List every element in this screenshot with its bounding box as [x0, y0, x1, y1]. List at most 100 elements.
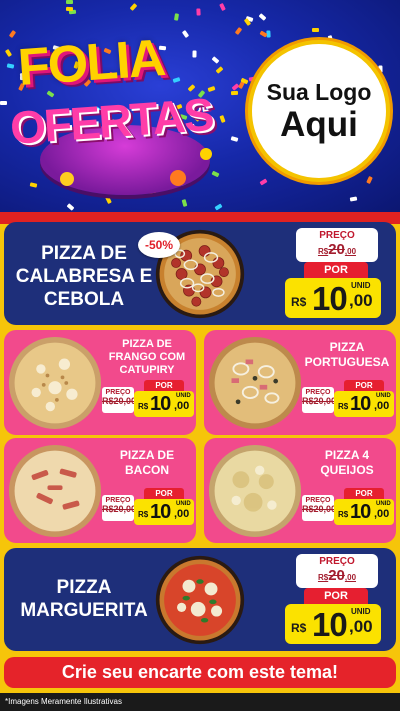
old-price-box: PREÇO R$20,00 — [296, 228, 378, 262]
confetti-piece — [173, 13, 180, 21]
currency-symbol: R$ — [338, 402, 349, 411]
unit-label: UNID — [351, 607, 371, 616]
old-price-value: R$20,00 — [317, 567, 357, 584]
confetti-piece — [66, 203, 75, 211]
confetti-piece — [312, 28, 319, 32]
price-integer: 10 — [150, 501, 171, 523]
pizza-quatro-queijos-image — [208, 444, 302, 538]
currency-symbol: R$ — [138, 402, 149, 411]
confetti-piece — [366, 175, 373, 185]
unit-label: UNID — [176, 501, 191, 507]
old-price-label: PREÇO — [305, 389, 331, 396]
decor-ball — [170, 170, 186, 186]
price-cents: ,00 — [374, 508, 390, 520]
new-price-box: R$ 10 UNID ,00 — [285, 278, 381, 318]
store-logo-placeholder[interactable]: Sua Logo Aqui — [248, 40, 390, 182]
price-integer: 10 — [312, 606, 348, 643]
unit-label: UNID — [376, 393, 391, 399]
confetti-piece — [65, 6, 74, 12]
price-integer: 10 — [150, 393, 171, 415]
product-card-portuguesa[interactable]: PIZZA PORTUGUESA PREÇO R$20,00 POR R$ 10… — [204, 330, 396, 435]
confetti-piece — [196, 8, 201, 16]
confetti-piece — [65, 0, 74, 5]
price-cents: ,00 — [374, 400, 390, 412]
title-folia: FOLIA — [16, 28, 166, 98]
confetti-piece — [258, 13, 267, 21]
old-price-box: PREÇO R$20,00 — [102, 495, 137, 521]
footer-disclaimer: *Imagens Meramente Ilustrativas — [0, 693, 400, 711]
confetti-piece — [181, 199, 188, 207]
old-price-value: R$20,00 — [317, 241, 357, 258]
cta-banner[interactable]: Crie seu encarte com este tema! — [4, 657, 396, 688]
confetti-piece — [234, 27, 243, 35]
folia-de-ofertas-logo: FOLIA DE OFERTAS — [8, 28, 235, 200]
currency-symbol: R$ — [291, 295, 307, 309]
por-label: POR — [304, 588, 368, 604]
new-price-box: R$ 10 UNID ,00 — [285, 604, 381, 644]
featured-product-calabresa[interactable]: PIZZA DE CALABRESA E CEBOLA -50% PREÇO R… — [4, 222, 396, 325]
product-name: PIZZA PORTUGUESA — [304, 340, 390, 369]
decor-ball — [60, 172, 74, 186]
pizza-bacon-image — [8, 444, 102, 538]
currency-symbol: R$ — [291, 621, 307, 635]
product-card-quatro-queijos[interactable]: PIZZA 4 QUEIJOS PREÇO R$20,00 POR R$ 10 … — [204, 438, 396, 543]
old-price-box: PREÇO R$20,00 — [102, 387, 137, 413]
pizza-frango-image — [8, 336, 102, 430]
price-integer: 10 — [350, 393, 371, 415]
header-banner: FOLIA DE OFERTAS Sua Logo Aqui — [0, 0, 400, 215]
old-price-label: PREÇO — [305, 497, 331, 504]
confetti-piece — [349, 196, 358, 202]
confetti-piece — [259, 178, 268, 186]
price-cents: ,00 — [174, 400, 190, 412]
product-card-frango[interactable]: PIZZA DE FRANGO COM CATUPIRY PREÇO R$20,… — [4, 330, 196, 435]
por-label: POR — [144, 380, 184, 391]
confetti-piece — [129, 3, 138, 11]
old-price-value: R$20,00 — [102, 396, 137, 406]
product-name: PIZZA DE CALABRESA E CEBOLA — [15, 243, 153, 310]
product-name: PIZZA 4 QUEIJOS — [320, 448, 374, 477]
confetti-piece — [214, 203, 223, 211]
por-label: POR — [344, 488, 384, 499]
product-name: PIZZA DE FRANGO COM CATUPIRY — [108, 338, 186, 376]
confetti-piece — [0, 101, 7, 105]
product-card-bacon[interactable]: PIZZA DE BACON PREÇO R$20,00 POR R$ 10 U… — [4, 438, 196, 543]
pizza-marguerita-image — [155, 555, 245, 645]
featured-product-marguerita[interactable]: PIZZA MARGUERITA PREÇO R$20,00 POR R$ 10… — [4, 548, 396, 651]
price-cents: ,00 — [349, 291, 373, 310]
new-price-box: R$ 10 UNID ,00 — [134, 391, 194, 417]
por-label: POR — [344, 380, 384, 391]
price-cents: ,00 — [174, 508, 190, 520]
old-price-box: PREÇO R$20,00 — [302, 495, 337, 521]
unit-label: UNID — [376, 501, 391, 507]
old-price-value: R$20,00 — [302, 504, 337, 514]
new-price-box: R$ 10 UNID ,00 — [334, 499, 394, 525]
new-price-box: R$ 10 UNID ,00 — [334, 391, 394, 417]
old-price-label: PREÇO — [105, 497, 131, 504]
price-cents: ,00 — [349, 617, 373, 636]
old-price-box: PREÇO R$20,00 — [302, 387, 337, 413]
old-price-label: PREÇO — [319, 556, 355, 567]
old-price-value: R$20,00 — [302, 396, 337, 406]
confetti-piece — [378, 65, 383, 73]
old-price-box: PREÇO R$20,00 — [296, 554, 378, 588]
por-label: POR — [304, 262, 368, 278]
price-integer: 10 — [350, 501, 371, 523]
unit-label: UNID — [176, 393, 191, 399]
old-price-label: PREÇO — [105, 389, 131, 396]
currency-symbol: R$ — [338, 510, 349, 519]
pizza-portuguesa-image — [208, 336, 302, 430]
discount-badge: -50% — [138, 232, 180, 258]
old-price-label: PREÇO — [319, 230, 355, 241]
new-price-box: R$ 10 UNID ,00 — [134, 499, 194, 525]
price-integer: 10 — [312, 280, 348, 317]
product-name: PIZZA MARGUERITA — [20, 577, 148, 621]
logo-text-line2: Aqui — [280, 104, 358, 144]
confetti-piece — [219, 2, 226, 12]
logo-text-line1: Sua Logo — [266, 78, 372, 105]
old-price-value: R$20,00 — [102, 504, 137, 514]
unit-label: UNID — [351, 281, 371, 290]
flyer-page: FOLIA DE OFERTAS Sua Logo Aqui PIZZA DE … — [0, 0, 400, 711]
por-label: POR — [144, 488, 184, 499]
currency-symbol: R$ — [138, 510, 149, 519]
decor-ball — [200, 148, 212, 160]
